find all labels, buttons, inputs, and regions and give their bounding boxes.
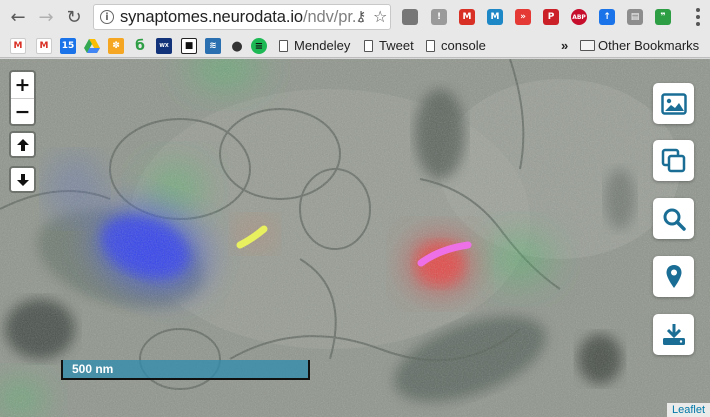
page-icon <box>279 39 288 52</box>
url-text: synaptomes.neurodata.io/ndv/pr... <box>120 7 366 26</box>
image-icon <box>660 92 687 115</box>
drive-bookmark-icon[interactable] <box>84 38 100 54</box>
arrow-down-icon <box>16 173 29 186</box>
orange-bookmark-icon[interactable]: ✽ <box>108 38 124 54</box>
green-extension-icon[interactable]: ❞ <box>655 9 671 25</box>
extension-info-icon[interactable]: ! <box>431 9 447 25</box>
black-square-bookmark-icon[interactable]: ■ <box>181 38 197 54</box>
weather-channel-bookmark-icon[interactable]: WX <box>156 38 172 54</box>
zoom-in-button[interactable]: + <box>11 72 34 98</box>
scale-bar-label: 500 nm <box>72 362 114 376</box>
leaflet-attribution-link[interactable]: Leaflet <box>666 403 710 417</box>
search-icon <box>663 208 686 231</box>
layers-button[interactable] <box>653 140 694 181</box>
gmail-extension-icon[interactable]: M <box>459 9 475 25</box>
bookmark-tweet[interactable]: Tweet <box>364 38 414 53</box>
back-arrow-icon[interactable]: ← <box>8 7 28 28</box>
github-bookmark-icon[interactable]: ● <box>229 38 245 54</box>
zoom-control: + − <box>9 70 36 126</box>
page-icon <box>364 39 373 52</box>
adblock-plus-icon[interactable]: ABP <box>571 9 587 25</box>
map-pin-icon <box>666 264 681 288</box>
blue-bookmark-icon[interactable]: ≋ <box>205 38 221 54</box>
browser-toolbar: ← → ↻ i synaptomes.neurodata.io/ndv/pr..… <box>0 0 710 34</box>
layers-copy-icon <box>661 148 685 172</box>
map-viewer[interactable]: + − 500 nm Leaflet <box>0 59 710 417</box>
search-button[interactable] <box>653 198 694 239</box>
bookmarks-bar: M M 15 ✽ б WX ■ ≋ ● ≡ Mendeley Tweet con… <box>0 34 710 58</box>
address-bar[interactable]: i synaptomes.neurodata.io/ndv/pr... ⚷ ☆ <box>93 4 391 30</box>
reload-icon[interactable]: ↻ <box>64 7 84 28</box>
folder-icon <box>580 40 595 51</box>
pinterest-icon[interactable]: P <box>543 9 559 25</box>
bookmarks-overflow-chevron[interactable]: » <box>561 38 568 53</box>
browser-menu-icon[interactable] <box>696 8 700 26</box>
key-icon[interactable]: ⚷ <box>356 9 366 25</box>
info-icon[interactable]: i <box>100 10 114 24</box>
green-bookmark-icon[interactable]: б <box>132 38 148 54</box>
forward-arrow-icon[interactable]: → <box>36 7 56 28</box>
download-button[interactable] <box>653 314 694 355</box>
gmail-bookmark-icon[interactable]: M <box>10 38 26 54</box>
location-button[interactable] <box>653 256 694 297</box>
zoom-out-button[interactable]: − <box>11 98 34 124</box>
extension-generic-icon[interactable] <box>402 9 418 25</box>
blue-extension-icon[interactable]: ↑ <box>599 9 615 25</box>
other-bookmarks-folder[interactable]: Other Bookmarks <box>580 38 699 53</box>
download-icon <box>662 323 685 345</box>
layer-up-button[interactable] <box>9 131 36 158</box>
image-button[interactable] <box>653 83 694 124</box>
calendar-bookmark-icon[interactable]: 15 <box>60 38 76 54</box>
layer-down-button[interactable] <box>9 166 36 193</box>
scale-bar: 500 nm <box>61 360 310 380</box>
arrow-up-icon <box>16 138 29 151</box>
page-icon <box>426 39 435 52</box>
bookmark-mendeley[interactable]: Mendeley <box>279 38 350 53</box>
gmail-bookmark-icon-2[interactable]: M <box>36 38 52 54</box>
spotify-bookmark-icon[interactable]: ≡ <box>251 38 267 54</box>
bookmark-console[interactable]: console <box>426 38 486 53</box>
grey-extension-icon[interactable]: ▤ <box>627 9 643 25</box>
m-extension-icon[interactable]: M <box>487 9 503 25</box>
red-extension-icon[interactable]: » <box>515 9 531 25</box>
bookmark-star-icon[interactable]: ☆ <box>373 7 387 26</box>
